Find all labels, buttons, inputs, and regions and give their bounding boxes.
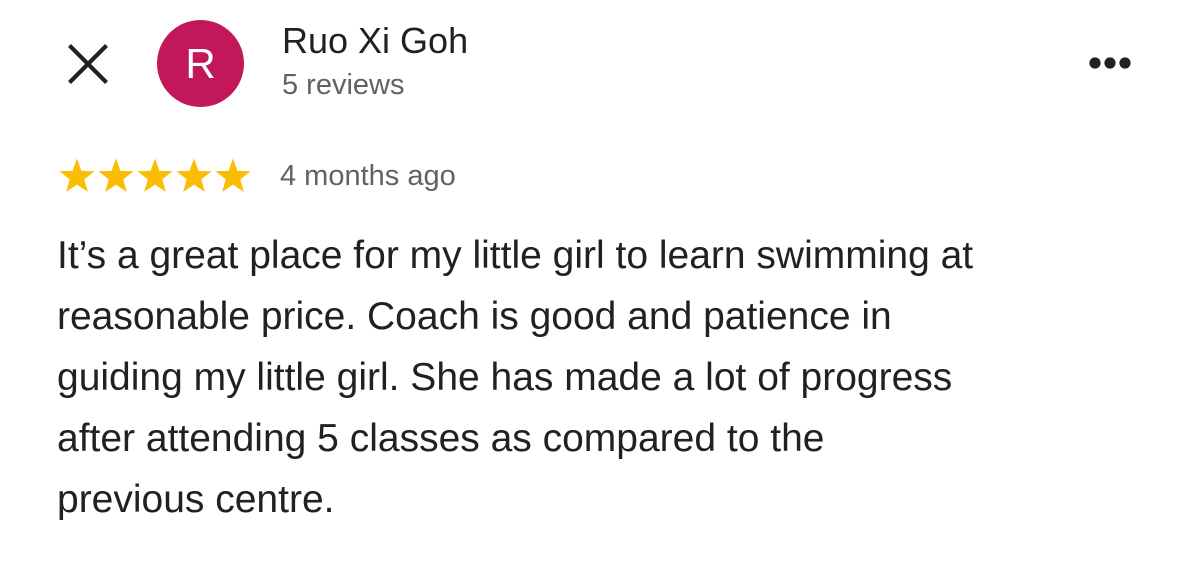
- close-button[interactable]: [66, 42, 110, 86]
- review-text-line: guiding my little girl. She has made a l…: [57, 356, 953, 399]
- review-text-line: reasonable price. Coach is good and pati…: [57, 295, 892, 338]
- star-filled-icon: [176, 158, 212, 192]
- more-horizontal-icon: [1082, 48, 1138, 78]
- star-filled-icon: [59, 158, 95, 192]
- reviewer-name[interactable]: Ruo Xi Goh: [282, 20, 468, 62]
- review-text-line: It’s a great place for my little girl to…: [57, 234, 974, 277]
- star-filled-icon: [137, 158, 173, 192]
- avatar[interactable]: R: [157, 20, 244, 107]
- review-count[interactable]: 5 reviews: [282, 67, 405, 103]
- avatar-initial: R: [185, 39, 216, 87]
- review-text-line: previous centre.: [57, 478, 335, 521]
- review-text-line: after attending 5 classes as compared to…: [57, 417, 825, 460]
- star-rating: [58, 157, 252, 195]
- star-filled-icon: [215, 158, 251, 192]
- review-text: It’s a great place for my little girl to…: [57, 225, 1167, 530]
- rating-row: 4 months ago: [58, 154, 456, 198]
- close-icon: [66, 42, 110, 86]
- more-options-button[interactable]: [1082, 48, 1138, 78]
- star-filled-icon: [98, 158, 134, 192]
- review-time: 4 months ago: [280, 160, 456, 192]
